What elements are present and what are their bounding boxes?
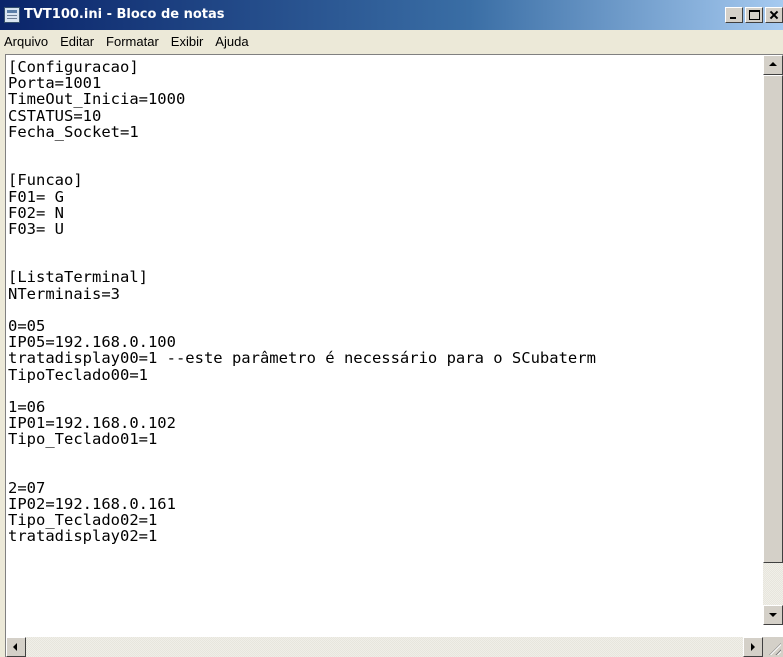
text-line: F03= U — [8, 219, 64, 238]
text-line — [8, 383, 763, 399]
horizontal-scrollbar[interactable] — [6, 637, 763, 657]
menu-bar: Arquivo Editar Formatar Exibir Ajuda — [0, 32, 783, 52]
title-bar[interactable]: TVT100.ini - Bloco de notas — [0, 0, 783, 30]
maximize-button[interactable] — [745, 7, 763, 23]
menu-exibir[interactable]: Exibir — [165, 32, 210, 52]
text-line: NTerminais=3 — [8, 284, 120, 303]
text-line: IP05=192.168.0.100 — [8, 333, 176, 352]
notepad-icon[interactable] — [4, 7, 20, 23]
close-button[interactable] — [765, 7, 783, 23]
text-line: TipoTeclado00=1 — [8, 365, 148, 384]
text-line — [8, 156, 763, 172]
text-line: [Funcao] — [8, 171, 83, 190]
notepad-window: TVT100.ini - Bloco de notas Arquivo Edit… — [0, 0, 783, 657]
text-line: tratadisplay02=1 — [8, 527, 158, 546]
text-line: Tipo_Teclado01=1 — [8, 430, 158, 449]
size-grip[interactable] — [763, 637, 783, 657]
text-line: Fecha_Socket=1 — [8, 122, 139, 141]
text-line: IP01=192.168.0.102 — [8, 414, 176, 433]
text-line: IP02=192.168.0.161 — [8, 495, 176, 514]
minimize-button[interactable] — [725, 7, 743, 23]
text-line — [8, 464, 763, 480]
menu-editar[interactable]: Editar — [54, 32, 100, 52]
text-line — [8, 140, 763, 156]
text-line: [ListaTerminal] — [8, 268, 148, 287]
text-content[interactable]: [Configuracao] Porta=1001 TimeOut_Inicia=1… — [6, 55, 763, 625]
scroll-right-button[interactable] — [743, 637, 763, 657]
menu-formatar[interactable]: Formatar — [100, 32, 165, 52]
text-line: Tipo_Teclado02=1 — [8, 511, 158, 530]
text-line: F01= G — [8, 187, 64, 206]
vertical-scrollbar[interactable] — [763, 55, 783, 625]
menu-arquivo[interactable]: Arquivo — [0, 32, 54, 52]
text-line: 2=07 — [8, 478, 46, 497]
text-line: 0=05 — [8, 317, 46, 335]
text-line — [8, 448, 763, 464]
text-line: TimeOut_Inicia=1000 — [8, 90, 186, 109]
text-line — [8, 302, 763, 318]
text-line: [Configuracao] — [8, 58, 139, 76]
vertical-scroll-thumb[interactable] — [763, 75, 783, 563]
text-line: CSTATUS=10 — [8, 106, 102, 125]
scroll-left-button[interactable] — [6, 637, 26, 657]
text-line: F02= N — [8, 203, 64, 222]
text-line: 1=06 — [8, 397, 46, 416]
scroll-up-button[interactable] — [763, 55, 783, 75]
text-editor[interactable]: [Configuracao] Porta=1001 TimeOut_Inicia=1… — [5, 54, 783, 657]
window-controls — [723, 7, 783, 25]
menu-ajuda[interactable]: Ajuda — [209, 32, 254, 52]
text-line: Porta=1001 — [8, 74, 102, 93]
text-line — [8, 253, 763, 269]
window-title: TVT100.ini - Bloco de notas — [24, 7, 225, 22]
text-line: tratadisplay00=1 --este parâmetro é nece… — [8, 349, 596, 368]
scroll-down-button[interactable] — [763, 605, 783, 625]
text-line — [8, 237, 763, 253]
